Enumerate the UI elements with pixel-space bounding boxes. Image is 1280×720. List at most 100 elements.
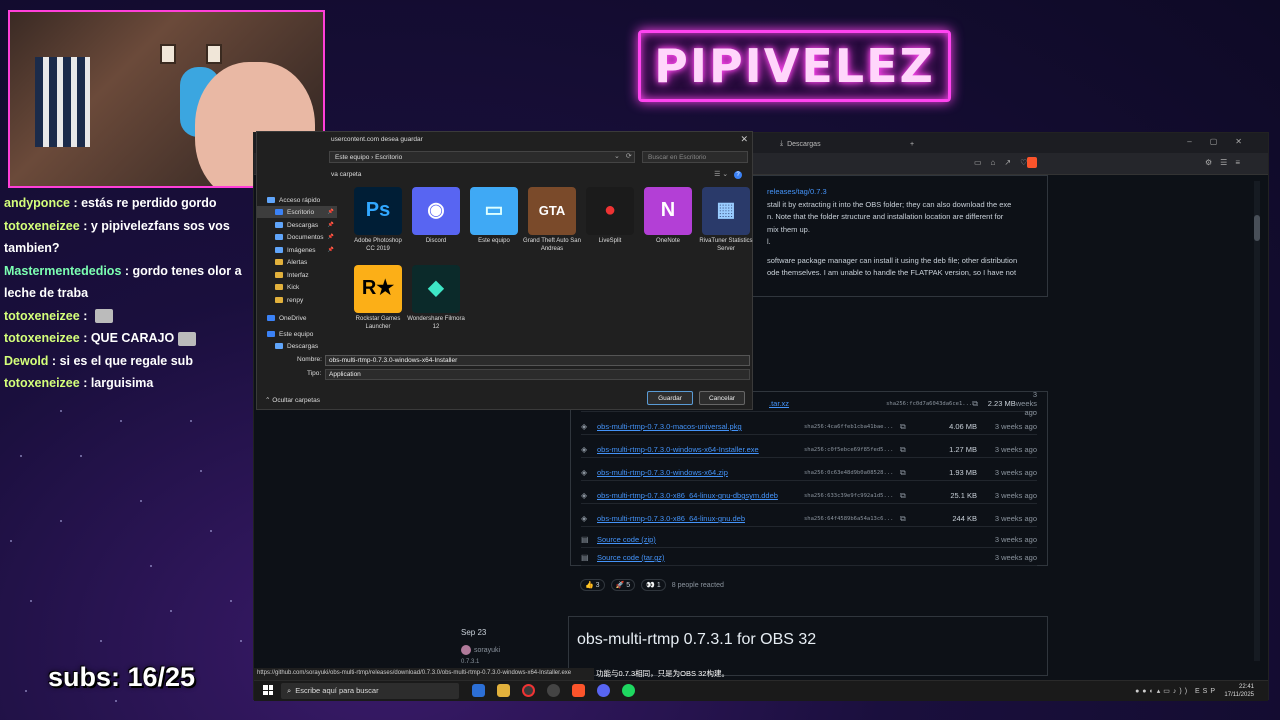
asset-link[interactable]: obs-multi-rtmp-0.7.3.0-macos-universal.p… <box>597 422 804 431</box>
release-link[interactable]: releases/tag/0.7.3 <box>767 186 1039 199</box>
nav-item-este-equipo[interactable]: Este equipo <box>257 328 337 340</box>
reaction-rocket[interactable]: 🚀 5 <box>610 579 636 591</box>
release-note-line: 功能与0.7.3相同，只是为OBS 32构建。 <box>596 669 729 678</box>
nav-label: Kick <box>287 283 300 291</box>
asset-link[interactable]: Source code (tar.gz) <box>597 553 804 562</box>
scroll-thumb[interactable] <box>1254 215 1260 241</box>
cancel-button[interactable]: Cancelar <box>699 391 745 405</box>
nav-item-im-genes[interactable]: Imágenes 📌 <box>257 244 337 256</box>
reaction-eyes[interactable]: 👀 1 <box>641 579 666 591</box>
nav-item-descargas[interactable]: Descargas <box>257 340 337 352</box>
reaction-count: 1 <box>656 582 661 589</box>
file-discord[interactable]: ◉ Discord <box>407 187 465 246</box>
file-rivatuner-statistics-server[interactable]: ▦ RivaTuner Statistics Server <box>697 187 755 253</box>
app-icon[interactable] <box>472 684 485 697</box>
nav-item-renpy[interactable]: renpy <box>257 294 337 306</box>
breadcrumb-item[interactable]: Este equipo <box>335 154 369 161</box>
copy-icon[interactable]: ⧉ <box>900 491 922 501</box>
help-icon[interactable]: ? <box>734 171 742 179</box>
window-controls[interactable]: –▢✕ <box>1187 137 1260 146</box>
search-placeholder: Escribe aquí para buscar <box>295 686 379 695</box>
page-scrollbar[interactable] <box>1254 181 1260 661</box>
taskbar-search[interactable]: ⌕ Escribe aquí para buscar <box>281 683 459 699</box>
nav-item-documentos[interactable]: Documentos 📌 <box>257 231 337 243</box>
author-name: sorayuki <box>474 646 501 654</box>
star <box>190 420 192 422</box>
file-label: Wondershare Filmora 12 <box>407 316 465 330</box>
asset-link[interactable]: obs-multi-rtmp-0.7.3.0-x86_64-linux-gnu.… <box>597 514 804 523</box>
type-label: Tipo: <box>307 370 322 377</box>
nav-item-interfaz[interactable]: Interfaz <box>257 269 337 281</box>
filename-input[interactable]: obs-multi-rtmp-0.7.3.0-windows-x64-Insta… <box>325 355 750 366</box>
dialog-search-input[interactable]: Buscar en Escritorio <box>642 151 748 163</box>
file-grand-theft-auto-san-andreas[interactable]: GTA Grand Theft Auto San Andreas <box>523 187 581 253</box>
clock[interactable]: 22:41 17/11/2025 <box>1224 683 1254 699</box>
asset-age: 3 weeks ago <box>994 422 1037 431</box>
hide-folders-toggle[interactable]: ⌃ Ocultar carpetas <box>265 396 320 404</box>
file-onenote[interactable]: N OneNote <box>639 187 697 246</box>
file-label: Grand Theft Auto San Andreas <box>523 238 581 252</box>
asset-link[interactable]: Source code (zip) <box>597 535 804 544</box>
file-este-equipo[interactable]: ▭ Este equipo <box>465 187 523 246</box>
nav-item-acceso-r-pido[interactable]: Acceso rápido <box>257 194 337 206</box>
settings-icon[interactable] <box>547 684 560 697</box>
note-line: stall it by extracting it into the OBS f… <box>767 199 1012 209</box>
package-icon: ◈ <box>581 491 588 500</box>
discord-icon[interactable] <box>597 684 610 697</box>
file-wondershare-filmora-12[interactable]: ◆ Wondershare Filmora 12 <box>407 265 465 331</box>
release-0-7-3-1: obs-multi-rtmp 0.7.3.1 for OBS 32 <box>568 616 1048 676</box>
nav-label: Acceso rápido <box>279 196 321 204</box>
toolbar-icons[interactable]: ⚙☰≡ <box>1205 158 1248 167</box>
file-livesplit[interactable]: ● LiveSplit <box>581 187 639 246</box>
save-button[interactable]: Guardar <box>647 391 693 405</box>
chat-username: totoxeneizee <box>4 218 80 233</box>
tray-icons[interactable]: ●●◐▴▭♪)) ESP <box>1135 687 1218 695</box>
copy-icon[interactable]: ⧉ <box>972 399 984 409</box>
folder-icon[interactable] <box>497 684 510 697</box>
new-tab-button[interactable]: + <box>904 136 920 152</box>
asset-age: 3 weeks ago <box>994 491 1037 500</box>
nav-item-descargas[interactable]: Descargas 📌 <box>257 219 337 231</box>
asset-age: 3 weeks ago <box>994 468 1037 477</box>
asset-link[interactable]: obs-multi-rtmp-0.7.3.0-windows-x64-Insta… <box>597 445 804 454</box>
copy-icon[interactable]: ⧉ <box>900 422 922 432</box>
view-options[interactable]: ☰ ⌄ ? <box>714 170 742 179</box>
release-title[interactable]: obs-multi-rtmp 0.7.3.1 for OBS 32 <box>577 631 1039 649</box>
nav-item-escritorio[interactable]: Escritorio 📌 <box>257 206 337 218</box>
type-select[interactable]: Application <box>325 369 750 380</box>
address-buttons[interactable]: ⌄⟳ <box>614 152 638 160</box>
start-button[interactable] <box>263 685 273 695</box>
asset-age: 3 weeks ago <box>994 445 1037 454</box>
tab-downloads[interactable]: ⤓ Descargas <box>774 136 827 152</box>
nav-item-kick[interactable]: Kick <box>257 281 337 293</box>
copy-icon[interactable]: ⧉ <box>900 445 922 455</box>
address-bar[interactable]: Este equipo › Escritorio <box>329 151 635 163</box>
brave-icon[interactable] <box>572 684 585 697</box>
asset-link[interactable]: obs-multi-rtmp-0.7.3.0-windows-x64.zip <box>597 468 804 477</box>
spotify-icon[interactable] <box>622 684 635 697</box>
file-rockstar-games-launcher[interactable]: R★ Rockstar Games Launcher <box>349 265 407 331</box>
asset-size: 25.1 KB <box>950 491 977 500</box>
chat-separator: : <box>121 263 133 278</box>
star <box>60 410 62 412</box>
save-dialog: usercontent.com desea guardar ✕ Este equ… <box>256 131 753 410</box>
asset-link[interactable]: obs-multi-rtmp-0.7.3.0-x86_64-linux-gnu-… <box>597 491 804 500</box>
chat-username: totoxeneizee <box>4 376 80 390</box>
file-adobe-photoshop-cc-2019[interactable]: Ps Adobe Photoshop CC 2019 <box>349 187 407 253</box>
chat-separator: : <box>48 353 60 368</box>
asset-sha: sha256:c0f5ebce69f85fed5... <box>804 446 894 453</box>
obs-icon[interactable] <box>522 684 535 697</box>
reaction-thumbs[interactable]: 👍 3 <box>580 579 605 591</box>
nav-item-onedrive[interactable]: OneDrive <box>257 312 337 324</box>
asset-link[interactable]: .tar.xz <box>769 399 886 408</box>
new-folder-button[interactable]: va carpeta <box>331 171 361 178</box>
brave-shield-icon[interactable] <box>1027 157 1037 168</box>
release-author[interactable]: sorayuki <box>461 645 500 655</box>
copy-icon[interactable]: ⧉ <box>900 468 922 478</box>
close-icon[interactable]: ✕ <box>740 134 748 145</box>
asset-age: 3 weeks ago <box>994 514 1037 523</box>
clock-time: 22:41 <box>1238 684 1254 690</box>
nav-item-alertas[interactable]: Alertas <box>257 256 337 268</box>
breadcrumb-item[interactable]: Escritorio <box>375 154 402 161</box>
copy-icon[interactable]: ⧉ <box>900 514 922 524</box>
